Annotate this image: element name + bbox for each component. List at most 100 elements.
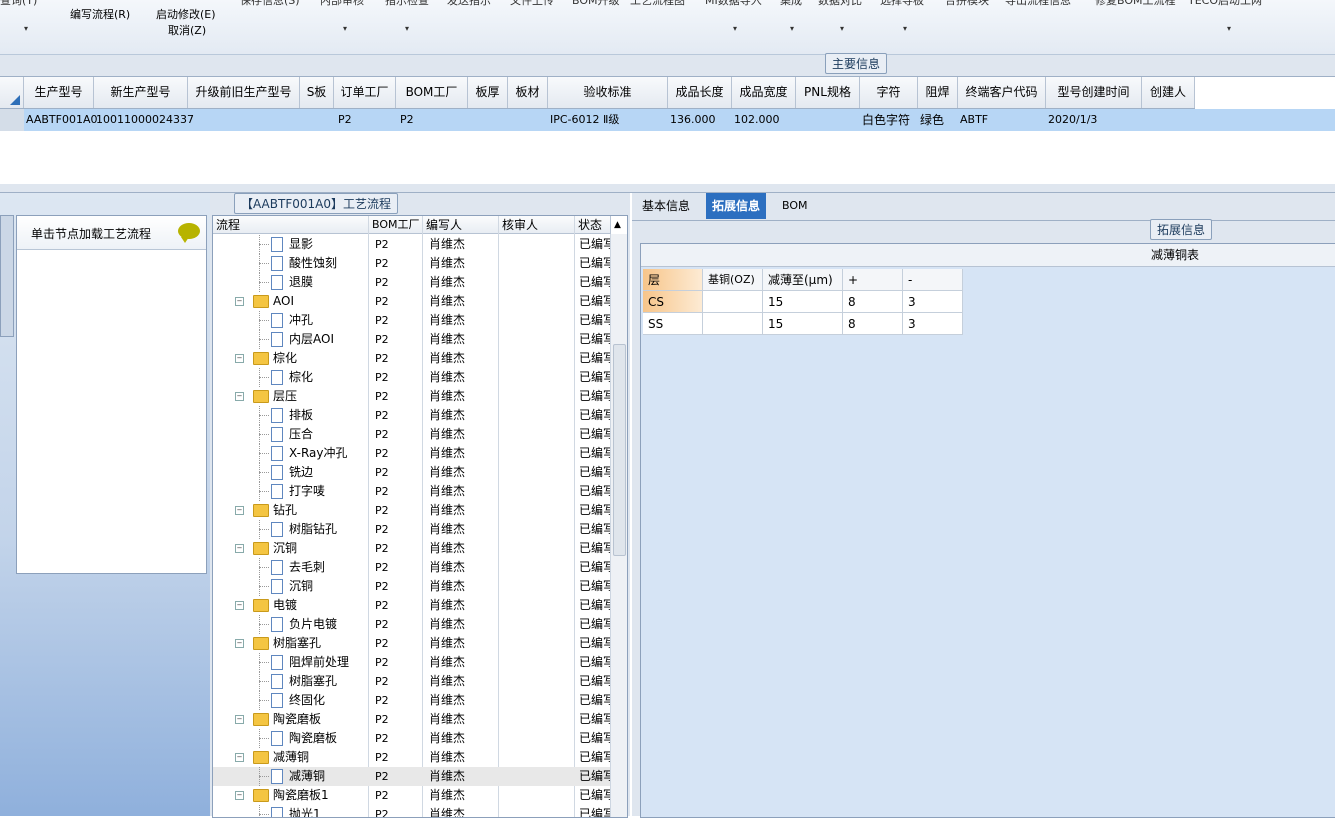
- side-tab[interactable]: [0, 215, 14, 337]
- edit-flow-button[interactable]: 编写流程(R): [70, 6, 130, 22]
- tree-row[interactable]: 压合 P2 肖维杰 已编写: [213, 425, 611, 444]
- col-header[interactable]: 生产型号: [24, 77, 94, 108]
- col-header[interactable]: 订单工厂: [334, 77, 396, 108]
- export-button[interactable]: 导出流程信息: [1005, 0, 1071, 8]
- cell-thin-to[interactable]: 15: [763, 313, 843, 335]
- integrate-button[interactable]: 集成: [780, 0, 802, 8]
- col-header[interactable]: PNL规格: [796, 77, 860, 108]
- collapse-icon[interactable]: −: [235, 544, 244, 553]
- collapse-icon[interactable]: −: [235, 392, 244, 401]
- cell-layer[interactable]: SS: [643, 313, 703, 335]
- send-button[interactable]: 发送指示: [447, 0, 491, 8]
- sub-col-header[interactable]: 层: [643, 269, 703, 291]
- col-header[interactable]: BOM工厂: [396, 77, 468, 108]
- tree-row[interactable]: − 棕化 P2 肖维杰 已编写: [213, 349, 611, 368]
- chevron-down-icon[interactable]: ▾: [24, 24, 28, 33]
- status-col-header[interactable]: 状态: [575, 216, 611, 234]
- bom-col-header[interactable]: BOM工厂: [369, 216, 423, 234]
- tree-row[interactable]: − 陶瓷磨板 P2 肖维杰 已编写: [213, 710, 611, 729]
- bom-upgrade-button[interactable]: BOM升级: [572, 0, 620, 8]
- start-modify-button[interactable]: 启动修改(E): [156, 6, 216, 22]
- teco-button[interactable]: TECO启动工网: [1188, 0, 1262, 8]
- tree-row[interactable]: 打字唛 P2 肖维杰 已编写: [213, 482, 611, 501]
- chevron-down-icon[interactable]: ▾: [343, 24, 347, 33]
- check-button[interactable]: 指示检查: [385, 0, 429, 8]
- scroll-thumb[interactable]: [613, 344, 626, 556]
- reviewer-col-header[interactable]: 核审人: [499, 216, 575, 234]
- sub-col-header[interactable]: -: [903, 269, 963, 291]
- chevron-down-icon[interactable]: ▾: [733, 24, 737, 33]
- chevron-down-icon[interactable]: ▾: [405, 24, 409, 33]
- internal-review-button[interactable]: 内部审核: [320, 0, 364, 8]
- col-header[interactable]: 成品宽度: [732, 77, 796, 108]
- tree-row[interactable]: − AOI P2 肖维杰 已编写: [213, 292, 611, 311]
- tab-basic-info[interactable]: 基本信息: [636, 193, 696, 219]
- compare-button[interactable]: 数据对比: [818, 0, 862, 8]
- cell-plus[interactable]: 8: [843, 313, 903, 335]
- chevron-down-icon[interactable]: ▾: [1227, 24, 1231, 33]
- col-header[interactable]: 型号创建时间: [1046, 77, 1142, 108]
- collapse-icon[interactable]: −: [235, 506, 244, 515]
- toolbar-query-button[interactable]: 查询(Y): [0, 0, 37, 8]
- cancel-button[interactable]: 取消(Z): [168, 22, 206, 38]
- tree-row[interactable]: 去毛刺 P2 肖维杰 已编写: [213, 558, 611, 577]
- tree-row[interactable]: 内层AOI P2 肖维杰 已编写: [213, 330, 611, 349]
- col-header[interactable]: 板厚: [468, 77, 508, 108]
- tree-row[interactable]: 抛光1 P2 肖维杰 已编写: [213, 805, 611, 817]
- tree-row[interactable]: − 陶瓷磨板1 P2 肖维杰 已编写: [213, 786, 611, 805]
- col-header[interactable]: 成品长度: [668, 77, 732, 108]
- flow-chart-button[interactable]: 工艺流程图: [630, 0, 685, 8]
- col-header[interactable]: 字符: [860, 77, 918, 108]
- flow-col-header[interactable]: 流程: [213, 216, 369, 234]
- merge-button[interactable]: 合拼模块: [945, 0, 989, 8]
- tree-row[interactable]: 排板 P2 肖维杰 已编写: [213, 406, 611, 425]
- col-header[interactable]: 新生产型号: [94, 77, 188, 108]
- collapse-icon[interactable]: −: [235, 791, 244, 800]
- tree-row[interactable]: 负片电镀 P2 肖维杰 已编写: [213, 615, 611, 634]
- collapse-icon[interactable]: −: [235, 753, 244, 762]
- tree-row[interactable]: 铣边 P2 肖维杰 已编写: [213, 463, 611, 482]
- tree-row[interactable]: X-Ray冲孔 P2 肖维杰 已编写: [213, 444, 611, 463]
- cell-layer[interactable]: CS: [643, 291, 703, 313]
- tree-row[interactable]: 酸性蚀刻 P2 肖维杰 已编写: [213, 254, 611, 273]
- tree-row[interactable]: − 钻孔 P2 肖维杰 已编写: [213, 501, 611, 520]
- col-header[interactable]: 验收标准: [548, 77, 668, 108]
- chevron-down-icon[interactable]: ▾: [903, 24, 907, 33]
- chevron-down-icon[interactable]: ▾: [790, 24, 794, 33]
- tab-extended-info[interactable]: 拓展信息: [706, 193, 767, 219]
- collapse-icon[interactable]: −: [235, 601, 244, 610]
- guide-button[interactable]: 选择导板: [880, 0, 924, 8]
- collapse-icon[interactable]: −: [235, 639, 244, 648]
- collapse-icon[interactable]: −: [235, 715, 244, 724]
- tree-row[interactable]: 减薄铜 P2 肖维杰 已编写: [213, 767, 611, 786]
- tree-row[interactable]: 沉铜 P2 肖维杰 已编写: [213, 577, 611, 596]
- scroll-up-icon[interactable]: ▲: [614, 220, 621, 230]
- cell-thin-to[interactable]: 15: [763, 291, 843, 313]
- collapse-icon[interactable]: −: [235, 297, 244, 306]
- tree-row[interactable]: 显影 P2 肖维杰 已编写: [213, 235, 611, 254]
- upload-button[interactable]: 文件上传: [510, 0, 554, 8]
- tree-row[interactable]: − 树脂塞孔 P2 肖维杰 已编写: [213, 634, 611, 653]
- tree-row[interactable]: 棕化 P2 肖维杰 已编写: [213, 368, 611, 387]
- tree-row[interactable]: − 减薄铜 P2 肖维杰 已编写: [213, 748, 611, 767]
- chevron-down-icon[interactable]: ▾: [840, 24, 844, 33]
- vertical-scrollbar[interactable]: ▲: [610, 220, 627, 817]
- sub-col-header[interactable]: 减薄至(μm): [763, 269, 843, 291]
- cell-base[interactable]: [703, 313, 763, 335]
- writer-col-header[interactable]: 编写人: [423, 216, 499, 234]
- tree-row[interactable]: 终固化 P2 肖维杰 已编写: [213, 691, 611, 710]
- table-row[interactable]: AABTF001A0 10011000024337 P2 P2 IPC-6012…: [0, 109, 1335, 131]
- mi-import-button[interactable]: MI数据导入: [705, 0, 762, 8]
- tree-row[interactable]: 树脂钻孔 P2 肖维杰 已编写: [213, 520, 611, 539]
- cell-minus[interactable]: 3: [903, 291, 963, 313]
- sub-col-header[interactable]: 基铜(OZ): [703, 269, 763, 291]
- tree-row[interactable]: 树脂塞孔 P2 肖维杰 已编写: [213, 672, 611, 691]
- tree-row[interactable]: − 层压 P2 肖维杰 已编写: [213, 387, 611, 406]
- cell-minus[interactable]: 3: [903, 313, 963, 335]
- col-header[interactable]: 阻焊: [918, 77, 958, 108]
- col-header[interactable]: 板材: [508, 77, 548, 108]
- col-header[interactable]: 升级前旧生产型号: [188, 77, 300, 108]
- tree-row[interactable]: 冲孔 P2 肖维杰 已编写: [213, 311, 611, 330]
- save-info-button[interactable]: 保存信息(S): [240, 0, 300, 8]
- collapse-icon[interactable]: −: [235, 354, 244, 363]
